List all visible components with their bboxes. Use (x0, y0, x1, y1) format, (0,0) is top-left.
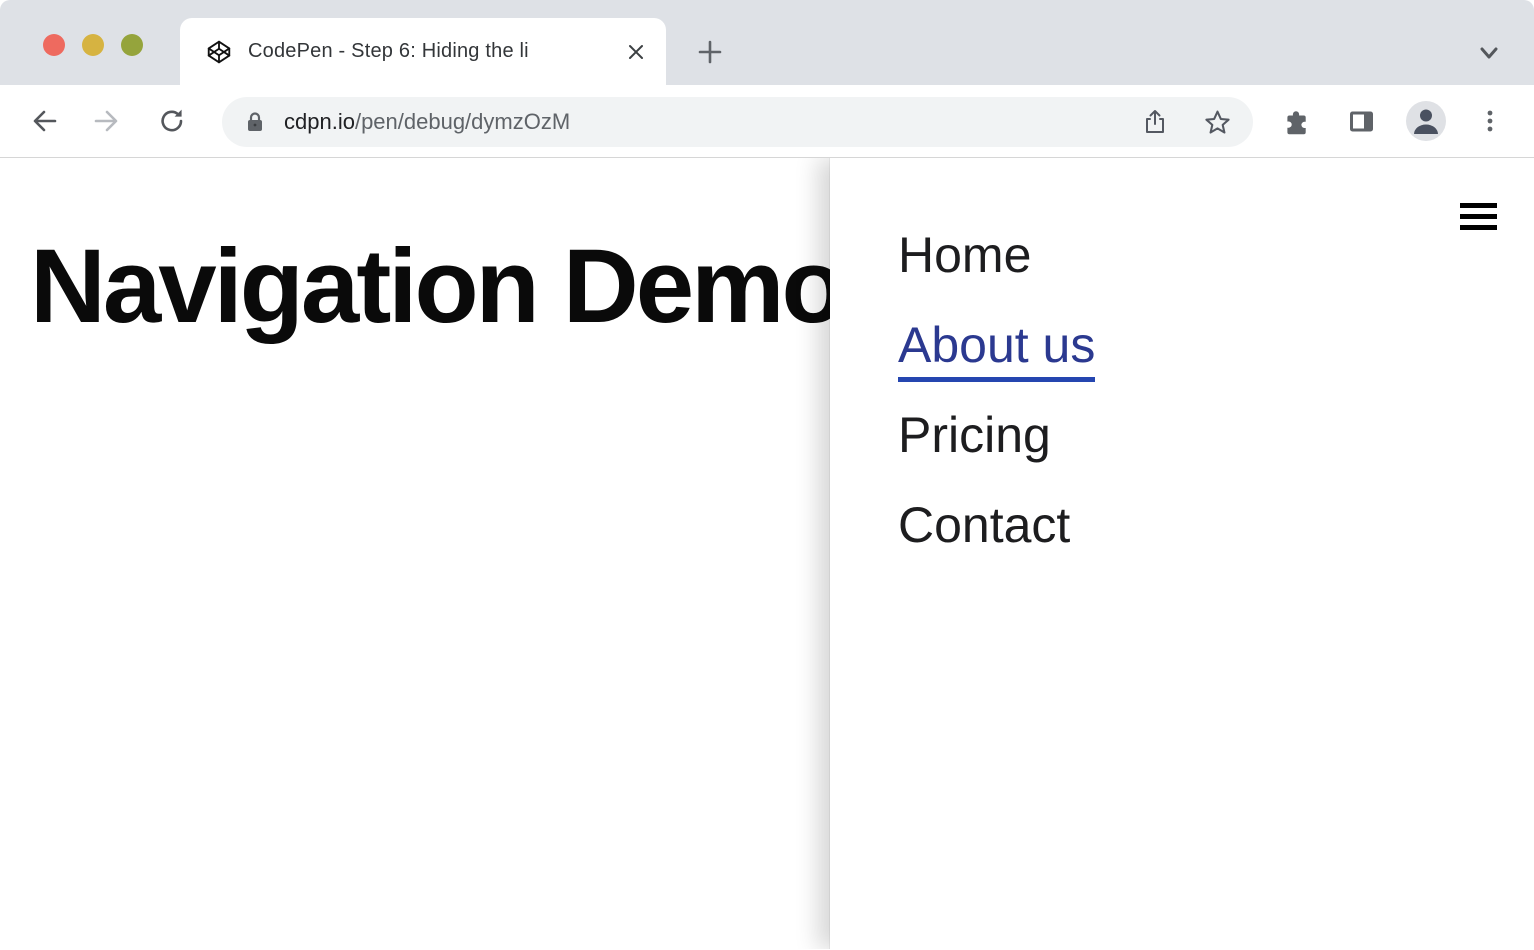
window-controls (43, 34, 143, 56)
nav-link-contact[interactable]: Contact (898, 498, 1070, 553)
new-tab-button[interactable] (694, 36, 726, 68)
nav-item: Home (898, 228, 1095, 283)
navigation-panel: Home About us Pricing Contact (830, 158, 1534, 949)
share-icon[interactable] (1140, 107, 1170, 137)
zoom-window-button[interactable] (121, 34, 143, 56)
tab-close-icon[interactable] (624, 40, 648, 64)
minimize-window-button[interactable] (82, 34, 104, 56)
nav-link-pricing[interactable]: Pricing (898, 408, 1051, 463)
forward-button[interactable] (92, 106, 122, 136)
nav-link-about-us[interactable]: About us (898, 318, 1095, 382)
nav-item: Contact (898, 498, 1095, 553)
browser-window: CodePen - Step 6: Hiding the li (0, 0, 1534, 950)
back-button[interactable] (29, 106, 59, 136)
url-path: /pen/debug/dymzOzM (355, 109, 570, 134)
page-content: Navigation Demo Home About us Pricing Co… (0, 158, 1534, 949)
hamburger-bar (1460, 203, 1497, 208)
browser-toolbar: cdpn.io/pen/debug/dymzOzM (0, 85, 1534, 158)
page-title: Navigation Demo (30, 234, 843, 339)
hamburger-menu-icon[interactable] (1460, 203, 1497, 230)
side-panel-icon[interactable] (1346, 106, 1376, 136)
nav-item: About us (898, 318, 1095, 373)
bookmark-star-icon[interactable] (1202, 107, 1232, 137)
profile-avatar[interactable] (1406, 101, 1446, 141)
close-window-button[interactable] (43, 34, 65, 56)
address-bar[interactable]: cdpn.io/pen/debug/dymzOzM (222, 97, 1253, 147)
nav-item: Pricing (898, 408, 1095, 463)
browser-menu-icon[interactable] (1478, 106, 1502, 136)
hamburger-bar (1460, 225, 1497, 230)
tab-strip: CodePen - Step 6: Hiding the li (0, 0, 1534, 85)
site-nav-list: Home About us Pricing Contact (898, 228, 1095, 588)
url-domain: cdpn.io (284, 109, 355, 134)
lock-icon (244, 110, 266, 134)
nav-link-home[interactable]: Home (898, 228, 1031, 283)
browser-tab[interactable]: CodePen - Step 6: Hiding the li (180, 18, 666, 85)
tab-search-chevron-icon[interactable] (1476, 40, 1502, 66)
codepen-logo-icon (206, 39, 232, 65)
reload-button[interactable] (157, 106, 187, 136)
url-text: cdpn.io/pen/debug/dymzOzM (284, 109, 570, 135)
tab-title: CodePen - Step 6: Hiding the li (248, 40, 618, 63)
hamburger-bar (1460, 214, 1497, 219)
extensions-puzzle-icon[interactable] (1282, 106, 1312, 136)
